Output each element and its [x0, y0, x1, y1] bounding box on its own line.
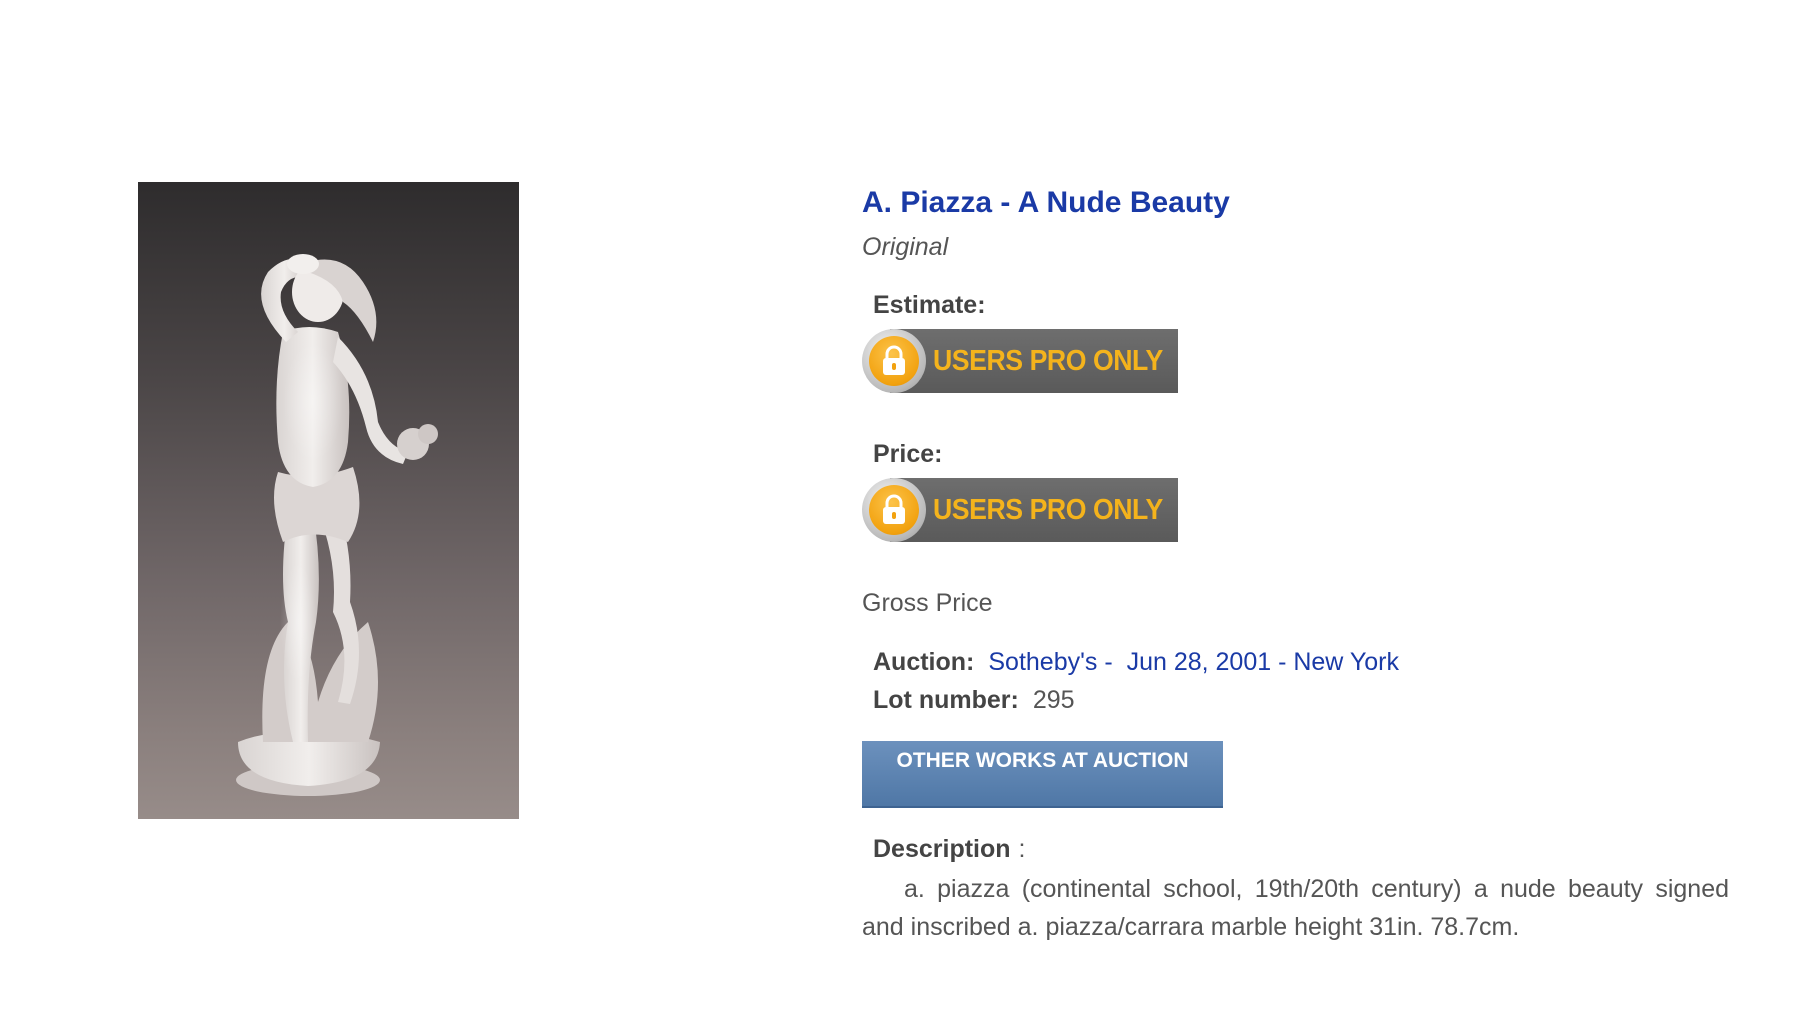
auction-house: Sotheby's -	[988, 648, 1113, 676]
auction-link[interactable]: Sotheby's - Jun 28, 2001 - New York	[988, 648, 1399, 676]
artwork-image[interactable]	[138, 182, 519, 819]
price-pro-badge[interactable]: USERS PRO ONLY	[862, 478, 1178, 542]
gross-price-label: Gross Price	[862, 589, 993, 617]
auction-label: Auction:	[873, 648, 975, 676]
lock-icon	[883, 345, 905, 375]
description-text: a. piazza (continental school, 19th/20th…	[862, 875, 1729, 941]
lot-number-value: 295	[1032, 686, 1075, 714]
lot-details: A. Piazza - A Nude Beauty Original Estim…	[862, 0, 1732, 1027]
lot-title[interactable]: A. Piazza - A Nude Beauty	[862, 186, 1230, 220]
auction-row: Auction: Sotheby's - Jun 28, 2001 - New Y…	[873, 648, 1399, 677]
description-label-row: Description:	[873, 835, 1025, 864]
estimate-badge-text: USERS PRO ONLY	[933, 345, 1163, 377]
estimate-label: Estimate:	[873, 291, 986, 319]
price-badge-text: USERS PRO ONLY	[933, 494, 1163, 526]
lot-type: Original	[862, 233, 949, 261]
auction-date-location: Jun 28, 2001 - New York	[1126, 648, 1399, 676]
lock-badge-circle	[862, 329, 926, 393]
other-works-button[interactable]: OTHER WORKS AT AUCTION	[862, 741, 1223, 808]
lock-badge-circle	[862, 478, 926, 542]
lot-number-label: Lot number:	[873, 686, 1019, 714]
description-separator: :	[1018, 835, 1026, 863]
description-label: Description	[873, 835, 1011, 863]
price-label: Price:	[873, 440, 943, 468]
sculpture-illustration	[236, 254, 438, 796]
estimate-pro-badge[interactable]: USERS PRO ONLY	[862, 329, 1178, 393]
lock-icon	[883, 494, 905, 524]
lot-number-row: Lot number: 295	[873, 686, 1075, 715]
